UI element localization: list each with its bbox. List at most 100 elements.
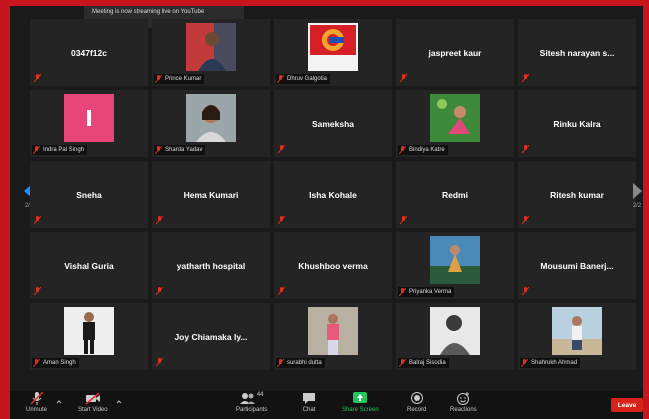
participant-tile[interactable]: Bindiya Katre — [396, 90, 514, 157]
mic-muted-icon — [400, 216, 407, 224]
participant-label-text: Shahrukh Ahmad — [531, 360, 578, 366]
participant-tile[interactable]: 0347f12c — [30, 19, 148, 86]
mic-muted-icon — [278, 216, 285, 224]
mic-muted-icon — [399, 146, 406, 154]
participant-video — [186, 94, 236, 142]
participant-avatar — [552, 307, 602, 355]
chevron-up-icon[interactable] — [116, 399, 122, 405]
participant-avatar — [430, 94, 480, 142]
participant-label-text: surabhi dutta — [287, 360, 322, 366]
participant-label: Bindiya Katre — [398, 145, 448, 155]
participant-tile[interactable]: Rinku Kalra — [518, 90, 636, 157]
participant-tile[interactable]: Mousumi Banerj... — [518, 232, 636, 299]
participant-tile[interactable]: Vishal Guria — [30, 232, 148, 299]
participant-tile[interactable]: Shahrukh Ahmad — [518, 303, 636, 370]
mic-muted-icon — [34, 287, 41, 295]
participant-label: surabhi dutta — [276, 358, 325, 368]
participant-tile[interactable]: Prince Kumar — [152, 19, 270, 86]
mic-muted-icon — [522, 145, 529, 153]
participant-tile[interactable]: Balraj Sisodia — [396, 303, 514, 370]
streaming-notification-text: Meeting is now streaming live on YouTube — [92, 9, 205, 15]
participant-tile[interactable]: Sitesh narayan s... — [518, 19, 636, 86]
mic-muted-icon — [156, 287, 163, 295]
reactions-button[interactable]: Reactions — [450, 392, 477, 413]
mic-muted-icon — [522, 216, 529, 224]
participants-label: Participants — [236, 407, 268, 413]
participant-tile[interactable]: Sharda Yadav — [152, 90, 270, 157]
participant-name: Redmi — [442, 189, 468, 200]
participant-name: Joy Chiamaka Iy... — [174, 331, 248, 342]
chat-label: Chat — [302, 407, 316, 413]
share-screen-button[interactable]: Share Screen — [342, 392, 379, 413]
participant-tile[interactable]: yatharth hospital — [152, 232, 270, 299]
mic-muted-icon — [399, 288, 406, 296]
participant-label-text: Dhruv Galgotia — [287, 76, 328, 82]
participant-tile[interactable]: Indra Pal Singh — [30, 90, 148, 157]
participant-name: Rinku Kalra — [553, 118, 601, 129]
participant-tile[interactable]: Sneha — [30, 161, 148, 228]
participant-label: Indra Pal Singh — [32, 145, 88, 155]
participant-name: Isha Kohale — [309, 189, 357, 200]
participant-avatar — [308, 307, 358, 355]
mic-muted-icon — [522, 74, 529, 82]
mic-muted-icon — [34, 216, 41, 224]
participant-tile[interactable]: Isha Kohale — [274, 161, 392, 228]
participant-name: Sitesh narayan s... — [539, 47, 615, 58]
participant-avatar — [64, 307, 114, 355]
participant-label: Sharda Yadav — [154, 145, 206, 155]
unmute-button[interactable]: Unmute — [26, 392, 47, 413]
participant-tile[interactable]: Sameksha — [274, 90, 392, 157]
participant-tile[interactable]: Ritesh kumar — [518, 161, 636, 228]
start-video-label: Start Video — [78, 407, 108, 413]
participant-tile[interactable]: Dhruv Galgotia — [274, 19, 392, 86]
participant-label-text: Bindiya Katre — [409, 147, 445, 153]
participant-avatar — [430, 236, 480, 284]
participant-avatar — [64, 94, 114, 142]
participant-label-text: Aman Singh — [43, 360, 76, 366]
participant-name: Hema Kumari — [183, 189, 239, 200]
participant-label-text: Balraj Sisodia — [409, 360, 446, 366]
chevron-up-icon[interactable] — [56, 399, 62, 405]
leave-label: Leave — [617, 401, 637, 409]
participants-button[interactable]: 44 Participants — [236, 392, 267, 413]
unmute-label: Unmute — [26, 407, 48, 413]
meeting-window: Meeting is now streaming live on YouTube… — [10, 6, 643, 419]
participant-tile[interactable]: jaspreet kaur — [396, 19, 514, 86]
participant-tile[interactable]: Priyanka Verma — [396, 232, 514, 299]
start-video-button[interactable]: Start Video — [78, 392, 108, 413]
participant-tile[interactable]: Khushboo verma — [274, 232, 392, 299]
record-button[interactable]: Record — [407, 392, 426, 413]
share-screen-icon — [353, 392, 368, 403]
mic-muted-icon — [400, 74, 407, 82]
mic-muted-icon — [278, 287, 285, 295]
mic-muted-icon — [522, 287, 529, 295]
arrow-right-icon — [633, 183, 642, 199]
mic-muted-icon — [278, 145, 285, 153]
participant-tile[interactable]: Joy Chiamaka Iy... — [152, 303, 270, 370]
video-off-icon — [85, 392, 100, 405]
mic-muted-icon — [33, 359, 40, 367]
participant-label: Prince Kumar — [154, 74, 205, 84]
mic-muted-icon — [156, 358, 163, 366]
participant-name: Sneha — [76, 189, 102, 200]
participant-name: Khushboo verma — [298, 260, 368, 271]
mic-muted-icon — [277, 75, 284, 83]
chat-icon — [303, 393, 315, 404]
participant-name: Sameksha — [311, 118, 355, 129]
chat-button[interactable]: Chat — [302, 392, 316, 413]
participant-tile[interactable]: Hema Kumari — [152, 161, 270, 228]
mic-muted-icon — [29, 392, 44, 405]
participant-name: yatharth hospital — [176, 260, 246, 271]
next-page-button[interactable]: 2/2 — [630, 178, 643, 214]
participant-tile[interactable]: surabhi dutta — [274, 303, 392, 370]
participant-tile[interactable]: Redmi — [396, 161, 514, 228]
meeting-toolbar: Unmute Start Video 44 Participants Chat … — [10, 391, 643, 419]
share-screen-label: Share Screen — [342, 407, 379, 413]
mic-muted-icon — [277, 359, 284, 367]
mic-muted-icon — [155, 75, 162, 83]
participant-tile[interactable]: Aman Singh — [30, 303, 148, 370]
record-icon — [410, 392, 423, 404]
leave-button[interactable]: Leave — [611, 398, 643, 412]
participant-label: Shahrukh Ahmad — [520, 358, 581, 368]
participant-video — [186, 23, 236, 71]
